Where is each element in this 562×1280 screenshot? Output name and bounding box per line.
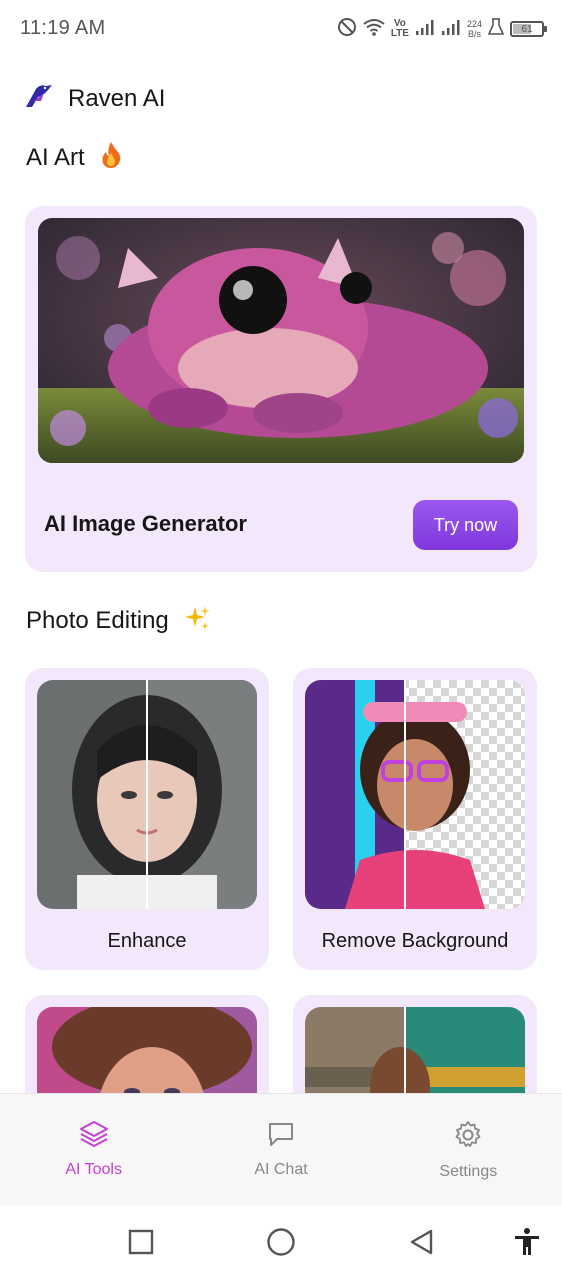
network-speed-unit: B/s [467,29,481,39]
nav-ai-chat-label: AI Chat [254,1161,308,1178]
signal-icon [415,18,435,40]
sparkles-icon [183,604,211,638]
remove-background-image [305,680,525,909]
app-header: Raven AI [24,82,165,116]
enhance-tile[interactable]: Enhance [25,668,269,970]
status-bar: 11:19 AM Vo LTE 224 B/s 61 [0,0,562,58]
photo-editing-section-title: Photo Editing [26,604,211,638]
recents-square-icon[interactable] [126,1227,156,1257]
ai-image-generator-label: AI Image Generator [44,511,247,536]
do-not-disturb-icon [337,17,357,41]
bottom-navigation: AI Tools AI Chat Settings [0,1093,562,1205]
gear-icon [453,1120,483,1155]
remove-background-tile[interactable]: Remove Background [293,668,537,970]
volte-bottom: LTE [390,28,409,39]
chat-bubble-icon [267,1120,295,1153]
enhance-label: Enhance [107,930,187,952]
accessibility-icon[interactable] [512,1227,542,1257]
fire-icon [99,141,123,175]
nav-ai-tools-label: AI Tools [65,1161,122,1178]
layers-icon [79,1120,109,1153]
enhance-image [37,680,257,909]
nav-settings[interactable]: Settings [375,1094,562,1205]
ai-art-section-title: AI Art [26,141,123,175]
signal-icon [441,18,461,40]
nav-ai-chat[interactable]: AI Chat [187,1094,374,1205]
network-speed: 224 B/s [467,19,482,39]
status-time: 11:19 AM [20,17,106,39]
nav-settings-label: Settings [439,1163,498,1180]
nav-ai-tools[interactable]: AI Tools [0,1094,187,1205]
remove-background-label: Remove Background [321,930,509,952]
volte-indicator: Vo LTE [391,19,409,39]
raven-logo-icon [24,83,54,115]
back-triangle-icon[interactable] [406,1227,436,1257]
try-now-button[interactable]: Try now [413,500,518,550]
ai-image-generator-card[interactable]: AI Image Generator Try now [25,206,537,572]
network-speed-value: 224 [466,19,482,29]
status-icons: Vo LTE 224 B/s 61 [337,16,547,42]
hero-image-dragon [38,218,524,463]
wifi-icon [363,18,385,40]
battery-icon: 61 [510,21,547,37]
ai-art-title: AI Art [26,144,85,171]
home-circle-icon[interactable] [266,1227,296,1257]
system-navigation-bar [0,1205,562,1280]
app-title: Raven AI [68,85,166,112]
photo-editing-title: Photo Editing [26,607,169,634]
lab-icon [487,18,505,40]
battery-level: 61 [521,23,533,35]
